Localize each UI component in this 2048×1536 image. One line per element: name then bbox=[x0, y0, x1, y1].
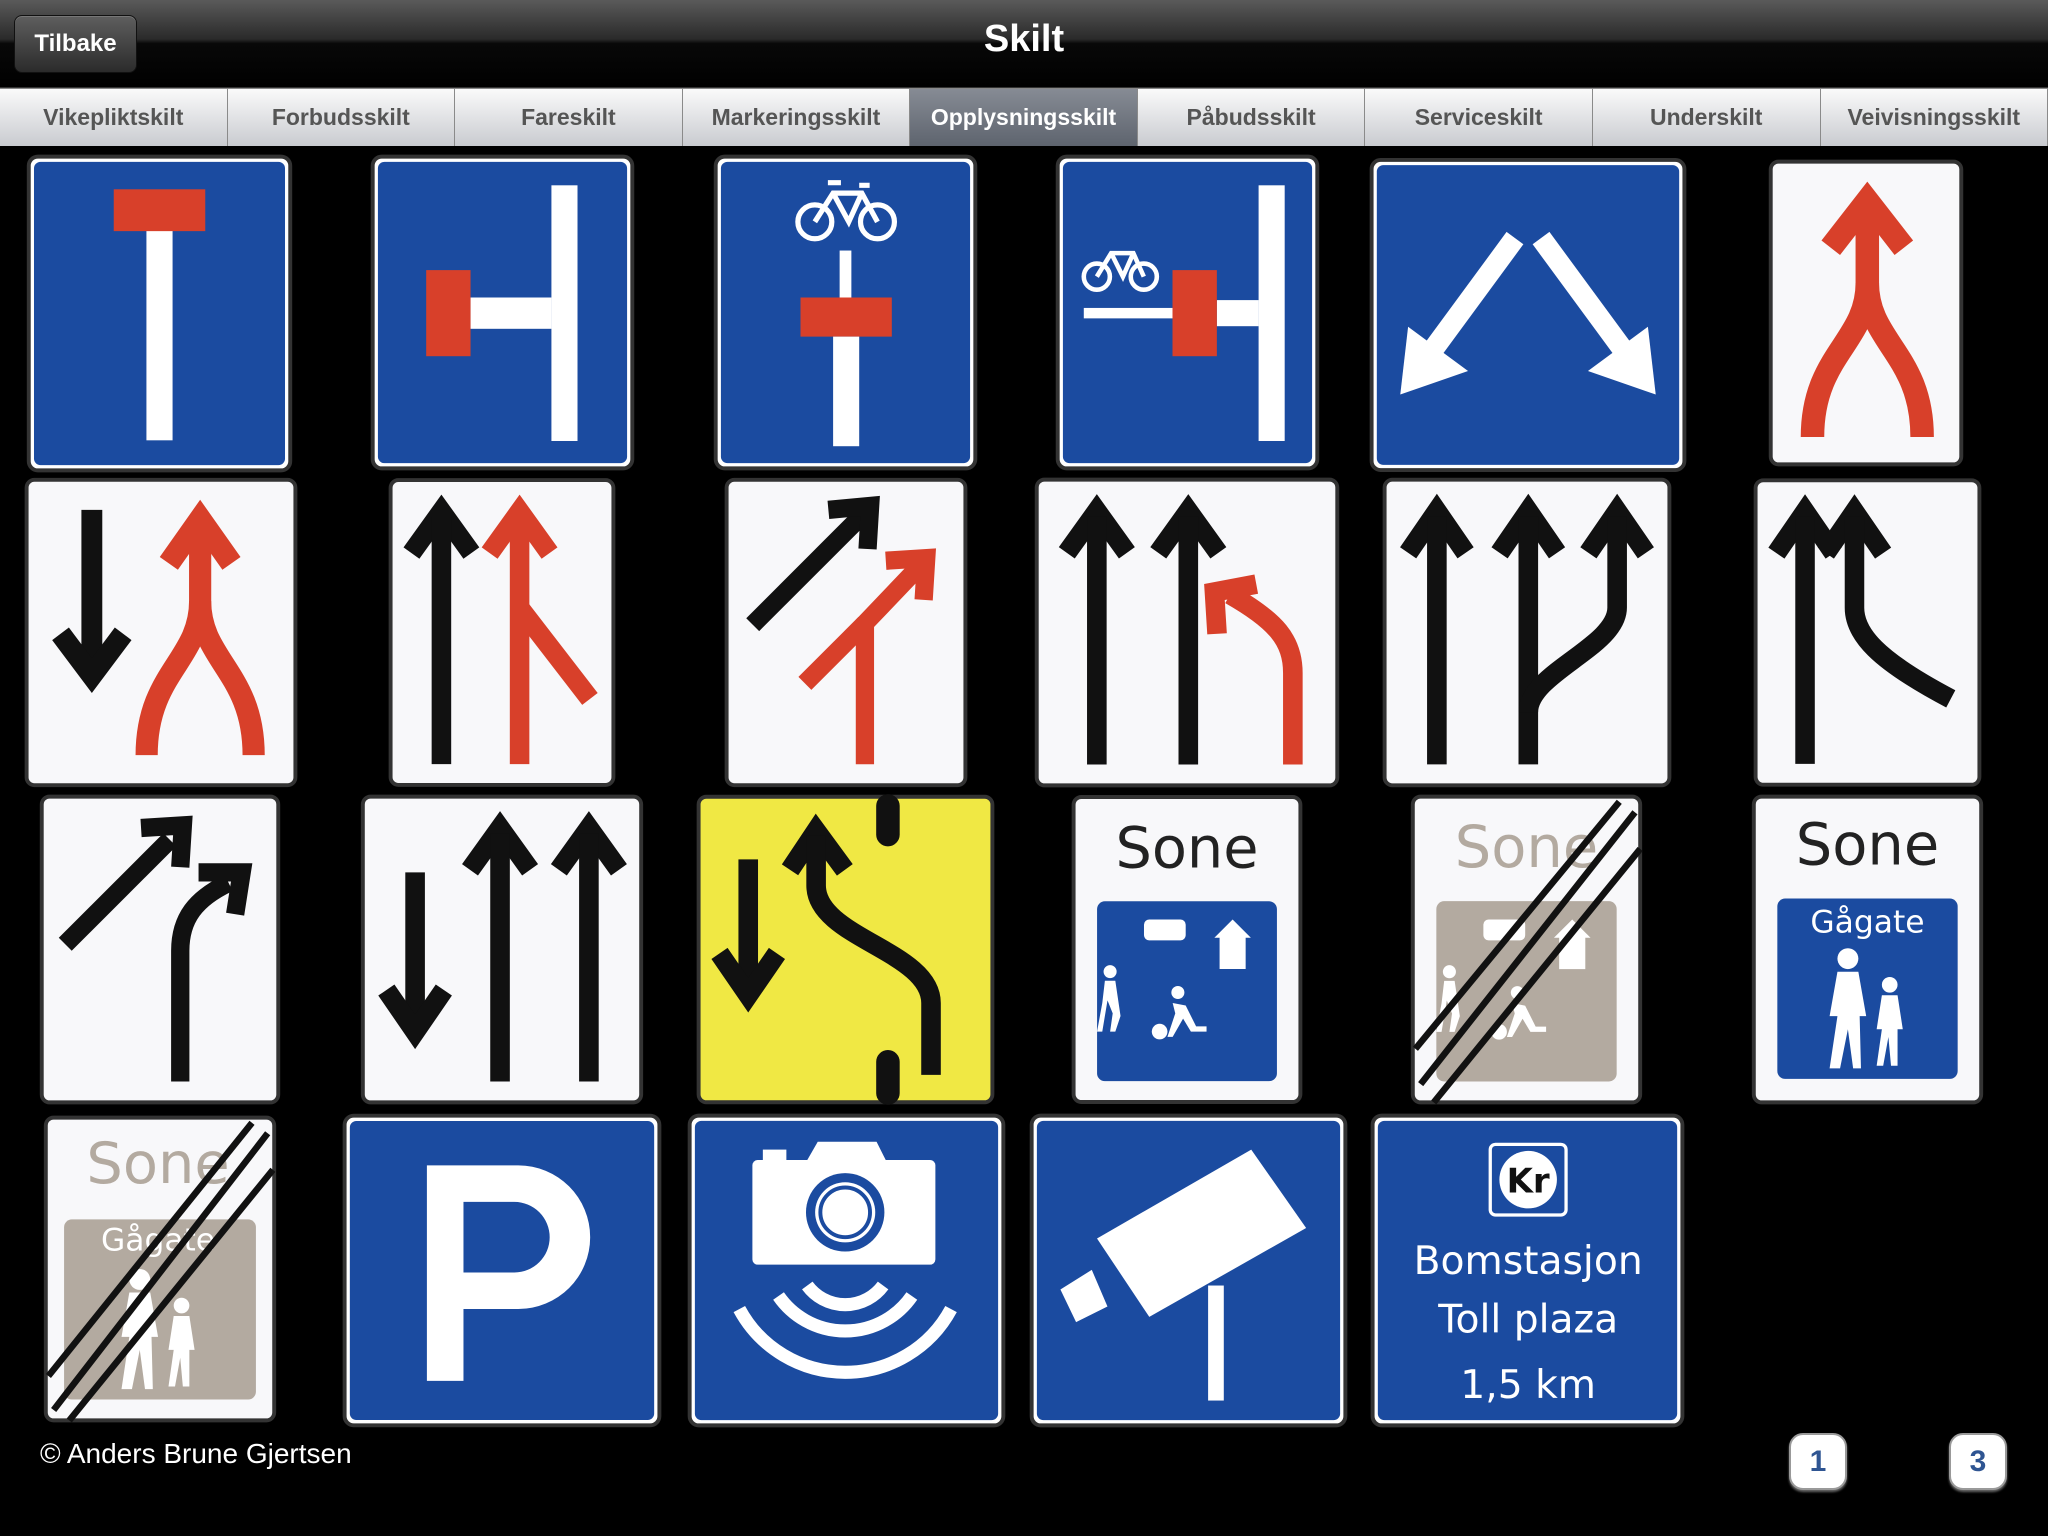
sign-lane-added-right[interactable] bbox=[388, 477, 616, 788]
category-tabs: Vikepliktskilt Forbudsskilt Fareskilt Ma… bbox=[0, 88, 2048, 146]
sign-living-street-zone-end[interactable]: Sone bbox=[1410, 794, 1643, 1105]
sign-dead-end-side-except-bicycle[interactable] bbox=[1055, 154, 1320, 471]
tab-vikepliktskilt[interactable]: Vikepliktskilt bbox=[0, 89, 228, 146]
sign-pedestrian-zone-end[interactable]: Sone Gågate bbox=[43, 1115, 277, 1423]
sone-text: Sone bbox=[1796, 812, 1939, 879]
toll-line2: Toll plaza bbox=[1437, 1298, 1618, 1343]
tab-forbudsskilt[interactable]: Forbudsskilt bbox=[227, 89, 456, 146]
sign-toll-plaza[interactable]: Kr Bomstasjon Toll plaza 1,5 km bbox=[1370, 1113, 1685, 1428]
sign-diagonal-lanes[interactable] bbox=[39, 794, 281, 1105]
sign-pedestrian-zone[interactable]: Sone Gågate bbox=[1751, 794, 1984, 1105]
sign-temporary-lane-shift[interactable] bbox=[696, 794, 995, 1105]
page-title: Skilt bbox=[983, 18, 1065, 60]
sign-dead-end[interactable] bbox=[26, 154, 293, 473]
copyright: © Anders Brune Gjertsen bbox=[40, 1438, 352, 1469]
sign-diverging-directions[interactable] bbox=[1369, 157, 1687, 473]
page-3-button[interactable]: 3 bbox=[1949, 1433, 2007, 1490]
tab-opplysningsskilt[interactable]: Opplysningsskilt bbox=[910, 89, 1138, 146]
sign-cctv-surveillance[interactable] bbox=[1029, 1113, 1348, 1428]
tab-underskilt[interactable]: Underskilt bbox=[1592, 89, 1821, 146]
tab-serviceskilt[interactable]: Serviceskilt bbox=[1365, 89, 1593, 146]
tab-fareskilt[interactable]: Fareskilt bbox=[455, 89, 683, 146]
sign-diagonal-lane-merge[interactable] bbox=[724, 477, 968, 788]
tab-pabudsskilt[interactable]: Påbudsskilt bbox=[1137, 89, 1366, 146]
navigation-bar: Tilbake Skilt bbox=[0, 0, 2048, 88]
sign-lane-turn-left[interactable] bbox=[1034, 477, 1340, 788]
gagate-text: Gågate bbox=[1810, 904, 1924, 941]
camera-icon bbox=[752, 1141, 936, 1265]
sone-text: Sone bbox=[1455, 814, 1598, 881]
sign-two-lanes-one-oncoming[interactable] bbox=[360, 794, 644, 1105]
sign-lane-split-red[interactable] bbox=[1768, 159, 1964, 467]
sign-dead-end-side[interactable] bbox=[370, 154, 635, 471]
sign-speed-camera[interactable] bbox=[687, 1113, 1006, 1428]
sign-lane-ends-right[interactable] bbox=[1753, 477, 1982, 788]
sign-three-lanes-merge[interactable] bbox=[1382, 477, 1672, 788]
sign-dead-end-except-bicycle[interactable] bbox=[713, 154, 978, 471]
sign-lane-merge-oncoming[interactable] bbox=[24, 477, 298, 788]
kr-symbol: Kr bbox=[1507, 1162, 1550, 1202]
sone-text: Sone bbox=[1115, 814, 1258, 881]
page-1-button[interactable]: 1 bbox=[1789, 1433, 1847, 1490]
tab-markeringsskilt[interactable]: Markeringsskilt bbox=[682, 89, 911, 146]
tab-veivisningsskilt[interactable]: Veivisningsskilt bbox=[1820, 89, 2048, 146]
car-icon bbox=[1143, 919, 1186, 941]
sone-text: Sone bbox=[86, 1130, 229, 1197]
sign-living-street-zone[interactable]: Sone bbox=[1071, 794, 1303, 1105]
toll-distance: 1,5 km bbox=[1460, 1363, 1596, 1408]
toll-line1: Bomstasjon bbox=[1414, 1239, 1643, 1284]
sign-parking[interactable] bbox=[342, 1113, 662, 1428]
